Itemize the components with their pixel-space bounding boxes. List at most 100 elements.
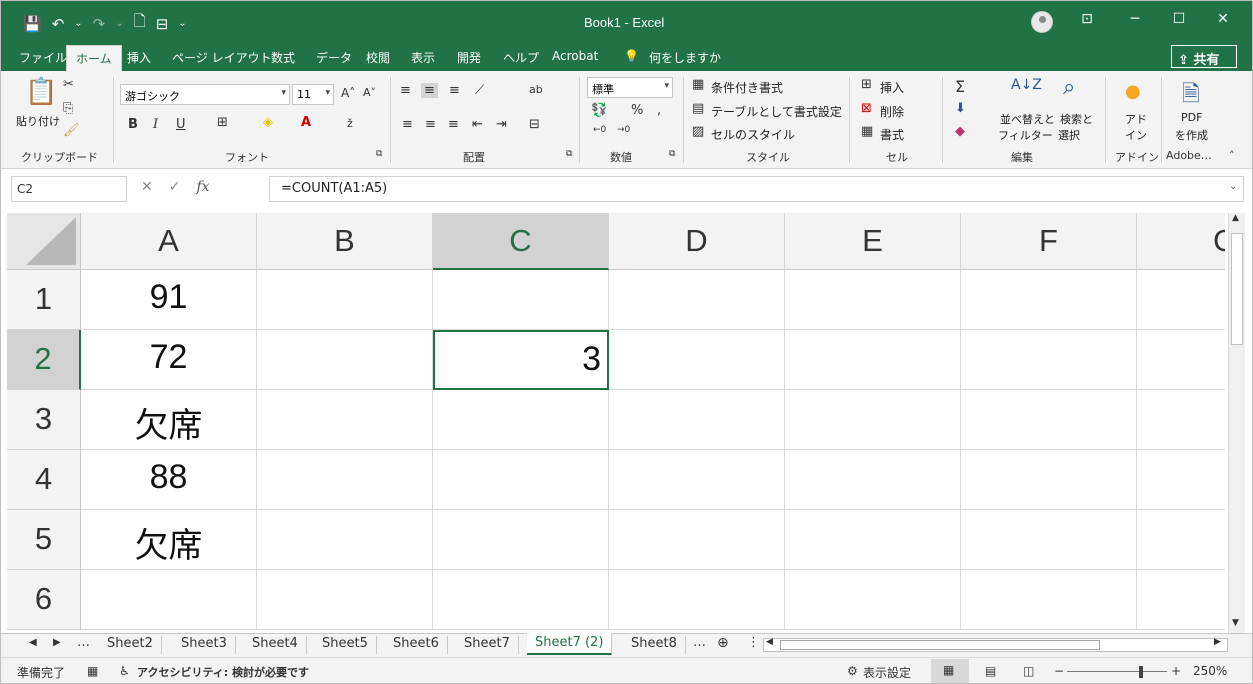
sheet-tab-sheet3[interactable]: Sheet3	[173, 636, 236, 654]
page-layout-view-icon[interactable]: ▤	[985, 664, 996, 678]
cell-a5[interactable]: 欠席	[81, 510, 257, 570]
insert-function-icon[interactable]: fx	[196, 179, 209, 195]
cell-g6[interactable]	[1137, 570, 1225, 630]
avatar[interactable]	[1031, 11, 1053, 33]
fill-color-icon[interactable]: ◈	[263, 115, 273, 130]
merge-center-icon[interactable]: ⊟	[529, 117, 540, 132]
autosum-icon[interactable]: Σ	[955, 77, 965, 96]
wrap-text-icon[interactable]: ab	[529, 83, 543, 96]
sort-filter-button[interactable]: フィルター	[998, 127, 1053, 143]
cell-b6[interactable]	[257, 570, 433, 630]
cell-b1[interactable]	[257, 270, 433, 330]
zoom-in-icon[interactable]: +	[1171, 664, 1181, 678]
row-header-3[interactable]: 3	[7, 390, 81, 450]
column-header-a[interactable]: A	[81, 213, 257, 270]
expand-formula-icon[interactable]: ⌄	[1229, 181, 1237, 192]
redo-dropdown-icon[interactable]: ⌄	[115, 18, 123, 29]
tell-me-search[interactable]: 何をしますか	[649, 49, 721, 66]
align-center-icon[interactable]: ≡	[425, 117, 436, 132]
cancel-icon[interactable]: ✕	[141, 179, 153, 195]
addin-button-line2[interactable]: イン	[1125, 127, 1147, 143]
zoom-slider[interactable]	[1067, 671, 1167, 672]
format-painter-icon[interactable]: 🖌	[63, 123, 80, 138]
underline-icon[interactable]: U	[176, 117, 186, 132]
vertical-scroll-thumb[interactable]	[1231, 233, 1243, 345]
decrease-indent-icon[interactable]: ⇤	[472, 117, 483, 132]
redo-icon[interactable]: ↷	[93, 15, 106, 33]
increase-decimal-icon[interactable]: ←0	[593, 125, 606, 135]
enter-icon[interactable]: ✓	[169, 179, 181, 195]
orientation-icon[interactable]: ⟋	[475, 83, 484, 98]
increase-indent-icon[interactable]: ⇥	[496, 117, 507, 132]
column-header-e[interactable]: E	[785, 213, 961, 270]
ribbon-display-icon[interactable]: ⊡	[1077, 11, 1097, 27]
scroll-up-icon[interactable]: ▲	[1232, 213, 1239, 223]
undo-dropdown-icon[interactable]: ⌄	[74, 18, 82, 29]
cell-styles-button[interactable]: セルのスタイル	[711, 126, 795, 143]
font-size-combo[interactable]: 11	[292, 84, 334, 105]
tab-formulas[interactable]: 数式	[271, 49, 295, 66]
cell-f3[interactable]	[961, 390, 1137, 450]
cell-d5[interactable]	[609, 510, 785, 570]
phonetic-icon[interactable]: ž	[347, 117, 353, 130]
cell-g5[interactable]	[1137, 510, 1225, 570]
cell-g2[interactable]	[1137, 330, 1225, 390]
sheet-tab-sheet7[interactable]: Sheet7	[456, 636, 519, 654]
formula-input[interactable]: =COUNT(A1:A5)	[269, 176, 1244, 202]
tab-home[interactable]: ホーム	[66, 45, 122, 71]
cell-b2[interactable]	[257, 330, 433, 390]
print-preview-icon[interactable]: 🗋	[134, 11, 146, 36]
delete-cells-button[interactable]: 削除	[880, 103, 904, 120]
horizontal-scroll-thumb[interactable]	[780, 640, 1100, 650]
cell-e6[interactable]	[785, 570, 961, 630]
sheet-tab-sheet5[interactable]: Sheet5	[314, 636, 377, 654]
insert-cells-button[interactable]: 挿入	[880, 79, 904, 96]
paste-icon[interactable]: 📋	[25, 77, 57, 107]
form-icon[interactable]: ⊟	[156, 15, 169, 33]
copy-icon[interactable]: ⎘	[63, 101, 73, 116]
maximize-icon[interactable]: ☐	[1169, 11, 1189, 27]
column-header-d[interactable]: D	[609, 213, 785, 270]
borders-icon[interactable]: ⊞	[217, 115, 228, 130]
tab-review[interactable]: 校閲	[366, 49, 390, 66]
share-button[interactable]: ⇪ 共有	[1171, 45, 1237, 68]
font-dialog-launcher-icon[interactable]: ⧉	[376, 149, 382, 159]
cell-g4[interactable]	[1137, 450, 1225, 510]
next-sheet-icon[interactable]: ▶	[53, 637, 61, 648]
cell-d4[interactable]	[609, 450, 785, 510]
cell-f6[interactable]	[961, 570, 1137, 630]
cell-b5[interactable]	[257, 510, 433, 570]
currency-icon[interactable]: 💱	[591, 103, 607, 118]
sort-filter-line1[interactable]: 並べ替えと	[1000, 111, 1055, 127]
name-box[interactable]: C2	[11, 176, 127, 202]
cell-b3[interactable]	[257, 390, 433, 450]
scroll-right-icon[interactable]: ▶	[1214, 637, 1221, 647]
sheet-tab-sheet8[interactable]: Sheet8	[623, 636, 686, 654]
create-pdf-line1[interactable]: PDF	[1181, 111, 1202, 124]
shrink-font-icon[interactable]: A˅	[363, 86, 376, 99]
find-select-button[interactable]: 選択	[1058, 127, 1080, 143]
row-header-5[interactable]: 5	[7, 510, 81, 570]
cell-c2[interactable]: 3	[433, 330, 609, 390]
row-header-6[interactable]: 6	[7, 570, 81, 630]
close-icon[interactable]: ✕	[1213, 11, 1233, 27]
row-header-1[interactable]: 1	[7, 270, 81, 330]
align-middle-icon[interactable]: ≡	[421, 83, 438, 98]
cell-e1[interactable]	[785, 270, 961, 330]
collapse-ribbon-icon[interactable]: ˄	[1229, 149, 1235, 162]
cell-a1[interactable]: 91	[81, 270, 257, 330]
cell-d6[interactable]	[609, 570, 785, 630]
accessibility-status[interactable]: アクセシビリティ: 検討が必要です	[137, 664, 309, 680]
cut-icon[interactable]: ✂	[63, 77, 74, 92]
addin-button-line1[interactable]: アド	[1125, 111, 1147, 127]
cell-a6[interactable]	[81, 570, 257, 630]
tab-insert[interactable]: 挿入	[127, 49, 151, 66]
split-handle-icon[interactable]: ⋮	[747, 635, 760, 650]
cell-e3[interactable]	[785, 390, 961, 450]
cell-d3[interactable]	[609, 390, 785, 450]
customize-qat-icon[interactable]: ⌄	[178, 18, 186, 29]
column-header-b[interactable]: B	[257, 213, 433, 270]
cell-b4[interactable]	[257, 450, 433, 510]
sheet-tab-sheet2[interactable]: Sheet2	[99, 636, 162, 654]
tab-data[interactable]: データ	[316, 49, 352, 66]
